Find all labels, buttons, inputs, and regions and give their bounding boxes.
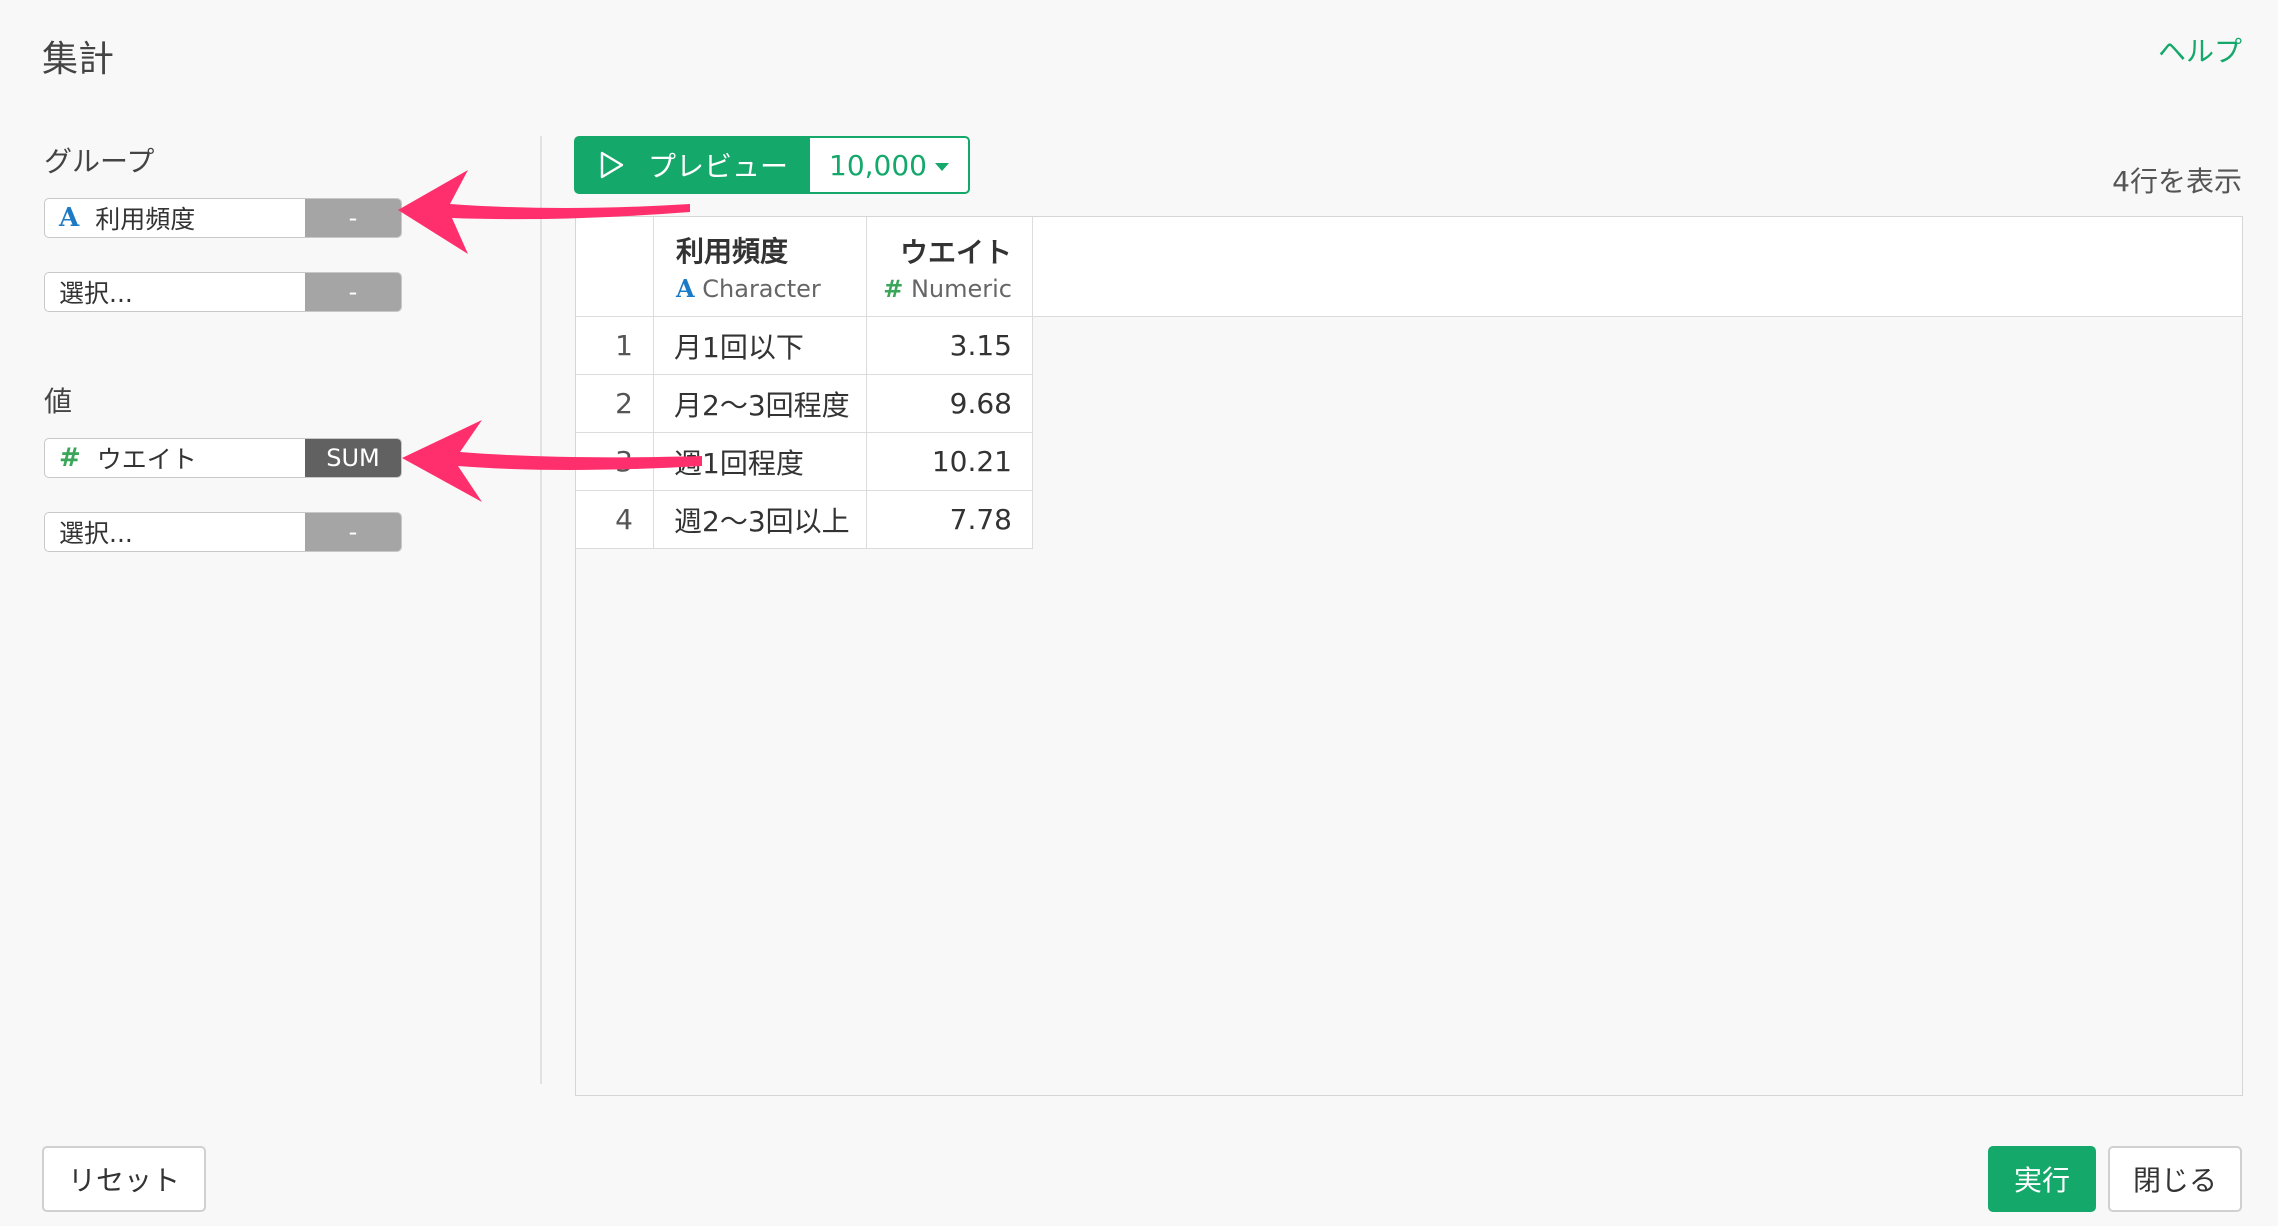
- character-type-icon: A: [676, 274, 695, 303]
- table-cell-weight: 9.68: [867, 375, 1033, 433]
- column-header-frequency[interactable]: 利用頻度 A Character: [654, 217, 867, 317]
- value-section-label: 値: [44, 385, 73, 418]
- value-field-1[interactable]: # ウエイト SUM: [44, 438, 402, 478]
- row-count-label: 4行を表示: [2112, 165, 2242, 198]
- run-button[interactable]: 実行: [1988, 1146, 2096, 1212]
- numeric-type-icon: #: [883, 274, 904, 303]
- preview-button-label: プレビュー: [648, 150, 789, 183]
- group-field-2-remove-button[interactable]: -: [305, 273, 401, 311]
- table-cell-frequency: 月2〜3回程度: [654, 375, 867, 433]
- preview-rows-dropdown[interactable]: 10,000: [808, 136, 970, 194]
- group-field-1-remove-button[interactable]: -: [305, 199, 401, 237]
- group-field-1[interactable]: A 利用頻度 -: [44, 198, 402, 238]
- row-index: 3: [576, 433, 654, 491]
- close-button[interactable]: 閉じる: [2108, 1146, 2242, 1212]
- table-cell-frequency: 月1回以下: [654, 317, 867, 375]
- group-field-2-select[interactable]: 選択...: [45, 273, 305, 311]
- group-field-1-name: 利用頻度: [95, 205, 196, 234]
- table-cell-weight: 3.15: [867, 317, 1033, 375]
- numeric-type-icon: #: [59, 443, 81, 473]
- value-field-2-remove-button[interactable]: -: [305, 513, 401, 551]
- table-cell-weight: 7.78: [867, 491, 1033, 549]
- row-index: 4: [576, 491, 654, 549]
- row-index: 1: [576, 317, 654, 375]
- column-header-frequency-type: Character: [702, 275, 821, 303]
- column-header-weight-type: Numeric: [910, 274, 1012, 303]
- reset-button[interactable]: リセット: [42, 1146, 206, 1212]
- column-header-weight[interactable]: ウエイト # Numeric: [867, 217, 1033, 317]
- panel-divider: [540, 136, 542, 1084]
- table-cell-frequency: 週2〜3回以上: [654, 491, 867, 549]
- value-field-2[interactable]: 選択... -: [44, 512, 402, 552]
- column-header-frequency-name: 利用頻度: [676, 235, 789, 268]
- dialog-title: 集計: [42, 39, 115, 80]
- table-cell-frequency: 週1回程度: [654, 433, 867, 491]
- help-link[interactable]: ヘルプ: [2158, 30, 2242, 70]
- character-type-icon: A: [59, 203, 80, 233]
- header-filler: [1033, 217, 2242, 317]
- value-field-1-aggregate-button[interactable]: SUM: [305, 439, 401, 477]
- group-field-2[interactable]: 選択... -: [44, 272, 402, 312]
- preview-table: 利用頻度 A Character ウエイト # Numeric 1 月1回以下 …: [575, 216, 2243, 1096]
- caret-down-icon: [934, 163, 949, 171]
- value-field-1-name: ウエイト: [96, 445, 197, 474]
- value-field-2-select[interactable]: 選択...: [45, 513, 305, 551]
- group-section-label: グループ: [44, 145, 155, 178]
- table-cell-weight: 10.21: [867, 433, 1033, 491]
- preview-rows-value: 10,000: [829, 148, 927, 182]
- preview-button[interactable]: プレビュー: [574, 136, 810, 194]
- play-icon: [600, 151, 624, 179]
- index-header: [576, 217, 654, 317]
- column-header-weight-name: ウエイト: [899, 235, 1012, 269]
- row-index: 2: [576, 375, 654, 433]
